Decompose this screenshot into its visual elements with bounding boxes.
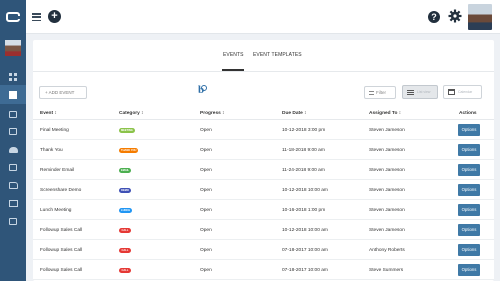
event-name[interactable]: Thank You [40,148,63,153]
options-button[interactable]: Options [458,264,480,276]
event-name[interactable]: Lunch Meeting [40,208,71,213]
column-header-assigned-to[interactable]: Assigned To ↕ [369,111,401,116]
event-name[interactable]: Reminder Email [40,168,74,173]
category-badge: MEETING [119,128,135,133]
progress-status: Open [200,248,212,253]
category-badge: CALL [119,228,131,233]
progress-status: Open [200,188,212,193]
event-name[interactable]: Followup Sales Call [40,248,82,253]
list-icon [407,89,414,95]
assigned-to: Steve Summers [369,268,404,273]
calendar-view-button[interactable]: Calendar [443,85,482,99]
table-row[interactable]: Screenshare Demo DEMO Open 10-12-2018 10… [33,181,494,200]
logo-icon[interactable] [0,0,26,34]
category-badge: THANK YOU [119,148,139,153]
assigned-to: Steven Jameson [369,128,405,133]
category-badge: LUNCH [119,208,133,213]
user-avatar[interactable] [468,4,492,30]
dashboard-icon[interactable] [7,71,19,82]
options-button[interactable]: Options [458,144,480,156]
list-view-button[interactable]: List view [402,85,438,99]
hamburger-icon[interactable] [32,13,41,21]
category-badge: EMAIL [119,168,132,173]
category-badge: CALL [119,268,131,273]
gear-icon[interactable] [448,9,462,23]
filter-label: Filter [376,90,386,95]
due-date: 07-18-2017 10:00 am [282,268,328,273]
assigned-to: Steven Jameson [369,228,405,233]
column-header-progress[interactable]: Progress ↕ [200,111,225,116]
folder-icon[interactable] [7,180,19,191]
contacts-icon[interactable] [7,109,19,120]
tab-event-templates[interactable]: EVENT TEMPLATES [253,52,302,58]
due-date: 11-18-2018 9:00 am [282,148,325,153]
options-button[interactable]: Options [458,204,480,216]
progress-status: Open [200,148,212,153]
brand-logo: b [198,84,208,96]
table-row[interactable]: Reminder Email EMAIL Open 11-24-2018 9:0… [33,161,494,180]
assigned-to: Anthony Roberts [369,248,405,253]
people-icon[interactable] [7,144,19,155]
due-date: 11-24-2018 9:00 am [282,168,325,173]
progress-status: Open [200,228,212,233]
column-header-due-date[interactable]: Due Date ↕ [282,111,307,116]
add-event-label: + ADD EVENT [45,90,75,95]
options-button[interactable]: Options [458,184,480,196]
add-event-button[interactable]: + ADD EVENT [39,86,87,99]
due-date: 10-12-2018 10:00 am [282,228,328,233]
progress-status: Open [200,208,212,213]
assigned-to: Steven Jameson [369,188,405,193]
table-row[interactable]: Followup Sales Call CALL Open 07-18-2017… [33,261,494,280]
table-row[interactable]: Followup Sales Call CALL Open 10-12-2018… [33,221,494,240]
tab-bar: EVENTS EVENT TEMPLATES [33,40,494,72]
table-row[interactable]: Followup Sales Call CALL Open 07-18-2017… [33,241,494,260]
tab-events[interactable]: EVENTS [223,52,244,58]
category-badge: DEMO [119,188,131,193]
assigned-to: Steven Jameson [369,208,405,213]
due-date: 07-18-2017 10:00 am [282,248,328,253]
sidebar-avatar[interactable] [5,40,21,56]
calendar-view-icon [448,89,455,95]
options-button[interactable]: Options [458,244,480,256]
filter-icon [369,90,374,95]
due-date: 10-12-2018 3:00 pm [282,128,326,133]
mail-icon[interactable] [7,198,19,209]
top-bar: + ? [0,0,500,34]
calendar-alt-icon[interactable] [7,162,19,173]
column-header-event[interactable]: Event ↕ [40,111,57,116]
table-row[interactable]: Lunch Meeting LUNCH Open 10-16-2018 1:00… [33,201,494,220]
assigned-to: Steven Jameson [369,148,405,153]
event-name[interactable]: Followup Sales Call [40,268,82,273]
column-header-actions: Actions [459,111,477,116]
progress-status: Open [200,128,212,133]
help-icon[interactable]: ? [428,11,440,23]
events-panel: EVENTS EVENT TEMPLATES + ADD EVENT b Fil… [33,40,494,281]
options-button[interactable]: Options [458,224,480,236]
active-tab-indicator [222,69,244,71]
progress-status: Open [200,168,212,173]
sidebar [0,34,26,281]
options-button[interactable]: Options [458,164,480,176]
table-header: Event ↕ Category ↕ Progress ↕ Due Date ↕… [33,108,494,120]
add-circle-icon[interactable]: + [48,10,61,23]
progress-status: Open [200,268,212,273]
due-date: 10-12-2018 10:00 am [282,188,328,193]
table-row[interactable]: Final Meeting MEETING Open 10-12-2018 3:… [33,121,494,140]
table-row[interactable]: Thank You THANK YOU Open 11-18-2018 9:00… [33,141,494,160]
options-button[interactable]: Options [458,124,480,136]
category-badge: CALL [119,248,131,253]
calendar-view-label: Calendar [458,90,473,94]
event-name[interactable]: Followup Sales Call [40,228,82,233]
event-name[interactable]: Screenshare Demo [40,188,81,193]
event-name[interactable]: Final Meeting [40,128,69,133]
list-view-label: List view [417,90,431,94]
assigned-to: Steven Jameson [369,168,405,173]
column-header-category[interactable]: Category ↕ [119,111,144,116]
grid-icon[interactable] [7,126,19,137]
filter-button[interactable]: Filter [364,86,396,99]
due-date: 10-16-2018 1:00 pm [282,208,326,213]
calendar-icon[interactable] [0,85,26,104]
reports-icon[interactable] [7,216,19,227]
